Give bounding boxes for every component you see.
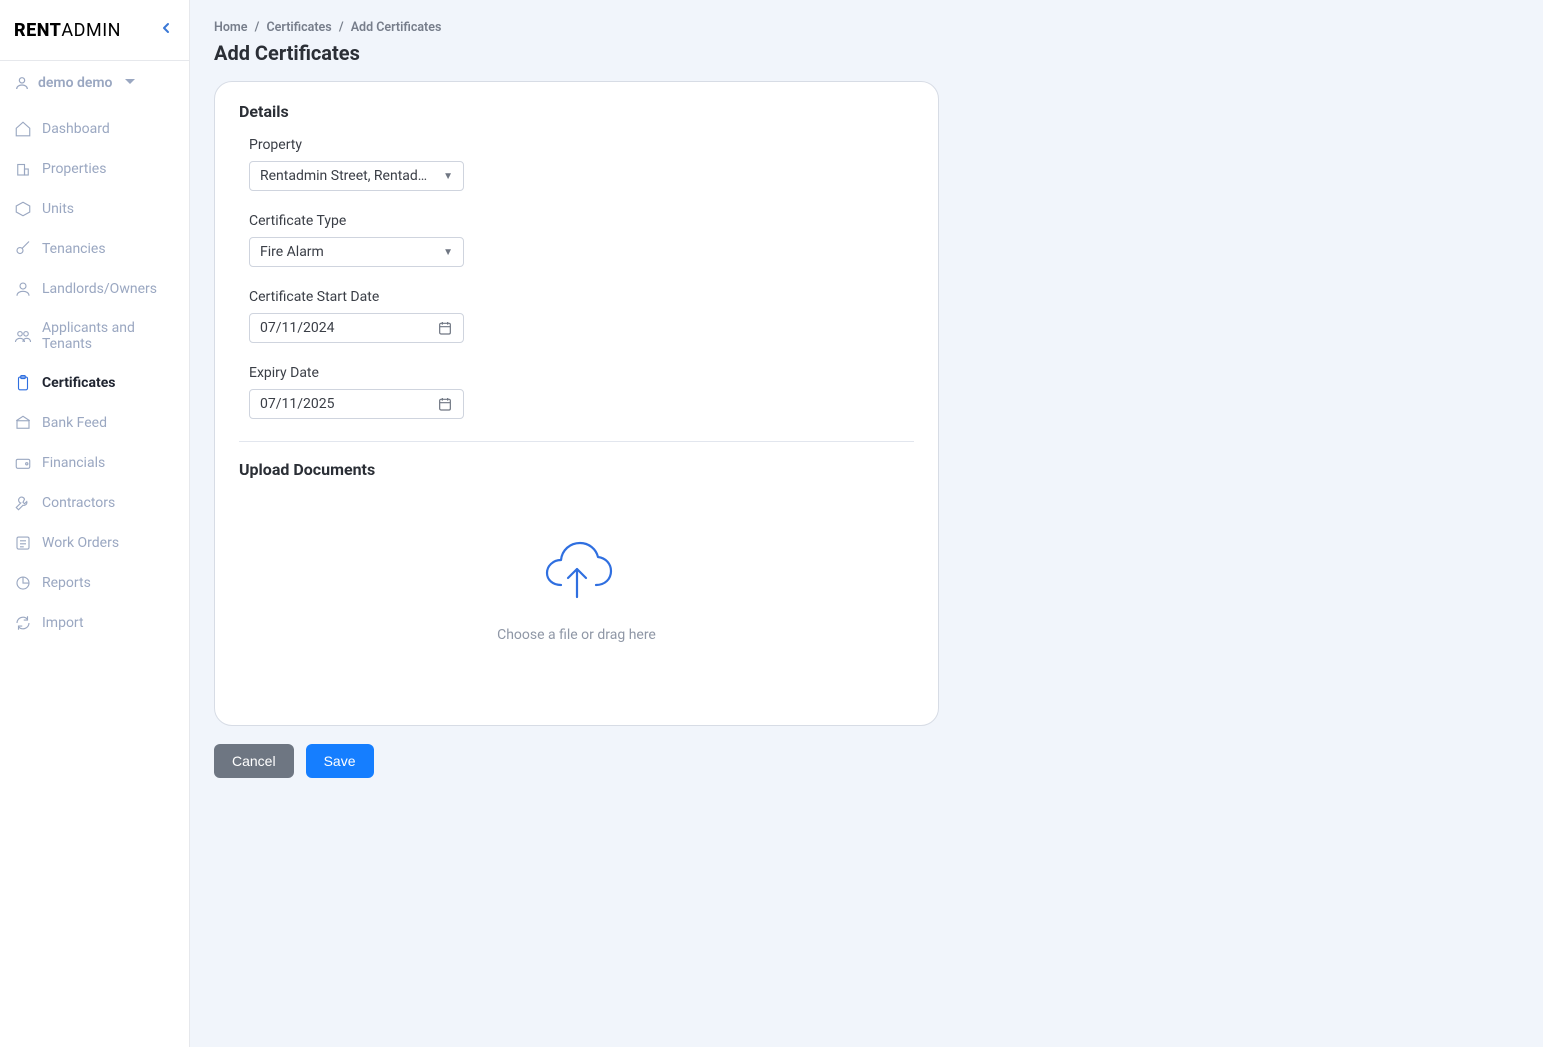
sidebar-item-label: Import xyxy=(42,615,84,631)
bank-icon xyxy=(14,414,32,432)
breadcrumb-link[interactable]: Home xyxy=(214,20,248,35)
refresh-icon xyxy=(14,614,32,632)
sidebar-item-financials[interactable]: Financials xyxy=(0,443,189,483)
person-icon xyxy=(14,280,32,298)
save-button[interactable]: Save xyxy=(306,744,374,778)
breadcrumb-current: Add Certificates xyxy=(351,20,442,35)
upload-heading: Upload Documents xyxy=(239,460,914,479)
chevron-left-icon xyxy=(161,22,171,34)
sidebar-item-workorders[interactable]: Work Orders xyxy=(0,523,189,563)
sidebar-item-applicants[interactable]: Applicants and Tenants xyxy=(0,309,189,363)
sidebar-item-label: Tenancies xyxy=(42,241,106,257)
upload-dropzone[interactable]: Choose a file or drag here xyxy=(239,495,914,685)
sidebar-item-label: Bank Feed xyxy=(42,415,107,431)
people-icon xyxy=(14,327,32,345)
sidebar-item-label: Financials xyxy=(42,455,105,471)
property-value: Rentadmin Street, Rentadmin,… xyxy=(260,168,437,184)
building-icon xyxy=(14,160,32,178)
sidebar-item-tenancies[interactable]: Tenancies xyxy=(0,229,189,269)
property-select[interactable]: Rentadmin Street, Rentadmin,… ▼ xyxy=(249,161,464,191)
caret-down-icon xyxy=(124,75,136,91)
sidebar-item-label: Applicants and Tenants xyxy=(42,320,175,352)
calendar-icon xyxy=(437,396,453,412)
cert-type-value: Fire Alarm xyxy=(260,244,437,260)
sidebar-item-properties[interactable]: Properties xyxy=(0,149,189,189)
cert-type-select[interactable]: Fire Alarm ▼ xyxy=(249,237,464,267)
cube-icon xyxy=(14,200,32,218)
user-icon xyxy=(14,75,30,91)
user-menu[interactable]: demo demo xyxy=(0,61,189,105)
sidebar-item-label: Landlords/Owners xyxy=(42,281,157,297)
wallet-icon xyxy=(14,454,32,472)
sidebar-item-label: Dashboard xyxy=(42,121,110,137)
key-icon xyxy=(14,240,32,258)
sidebar-nav: Dashboard Properties Units Tenancies Lan… xyxy=(0,105,189,663)
sidebar-item-label: Properties xyxy=(42,161,106,177)
calendar-icon xyxy=(437,320,453,336)
expiry-date-input[interactable]: 07/11/2025 xyxy=(249,389,464,419)
expiry-date-value: 07/11/2025 xyxy=(260,396,437,412)
sidebar-item-label: Contractors xyxy=(42,495,115,511)
sidebar-item-landlords[interactable]: Landlords/Owners xyxy=(0,269,189,309)
home-icon xyxy=(14,120,32,138)
sidebar-item-label: Work Orders xyxy=(42,535,119,551)
breadcrumb: Home / Certificates / Add Certificates xyxy=(214,20,1316,35)
sidebar-item-contractors[interactable]: Contractors xyxy=(0,483,189,523)
clipboard-icon xyxy=(14,374,32,392)
sidebar-item-dashboard[interactable]: Dashboard xyxy=(0,109,189,149)
start-date-input[interactable]: 07/11/2024 xyxy=(249,313,464,343)
user-name: demo demo xyxy=(38,75,112,91)
sidebar-item-label: Certificates xyxy=(42,375,115,391)
expiry-date-label: Expiry Date xyxy=(249,365,914,381)
sidebar-item-import[interactable]: Import xyxy=(0,603,189,643)
main-content: Home / Certificates / Add Certificates A… xyxy=(190,0,1340,1047)
breadcrumb-link[interactable]: Certificates xyxy=(267,20,332,35)
sidebar-item-units[interactable]: Units xyxy=(0,189,189,229)
form-card: Details Property Rentadmin Street, Renta… xyxy=(214,81,939,726)
sidebar-collapse-button[interactable] xyxy=(157,18,175,42)
brand-logo: RENTADMIN xyxy=(14,20,121,41)
caret-down-icon: ▼ xyxy=(443,247,453,258)
sidebar-item-label: Reports xyxy=(42,575,91,591)
caret-down-icon: ▼ xyxy=(443,171,453,182)
cloud-upload-icon xyxy=(538,541,616,607)
divider xyxy=(239,441,914,442)
start-date-value: 07/11/2024 xyxy=(260,320,437,336)
chart-icon xyxy=(14,574,32,592)
property-label: Property xyxy=(249,137,914,153)
start-date-label: Certificate Start Date xyxy=(249,289,914,305)
cancel-button[interactable]: Cancel xyxy=(214,744,294,778)
sidebar-item-label: Units xyxy=(42,201,74,217)
sidebar: RENTADMIN demo demo Dashboard Properties xyxy=(0,0,190,1047)
sidebar-item-reports[interactable]: Reports xyxy=(0,563,189,603)
details-heading: Details xyxy=(239,102,914,121)
page-title: Add Certificates xyxy=(214,41,1316,65)
sidebar-item-bankfeed[interactable]: Bank Feed xyxy=(0,403,189,443)
upload-caption: Choose a file or drag here xyxy=(497,627,656,643)
sidebar-item-certificates[interactable]: Certificates xyxy=(0,363,189,403)
list-icon xyxy=(14,534,32,552)
cert-type-label: Certificate Type xyxy=(249,213,914,229)
tool-icon xyxy=(14,494,32,512)
